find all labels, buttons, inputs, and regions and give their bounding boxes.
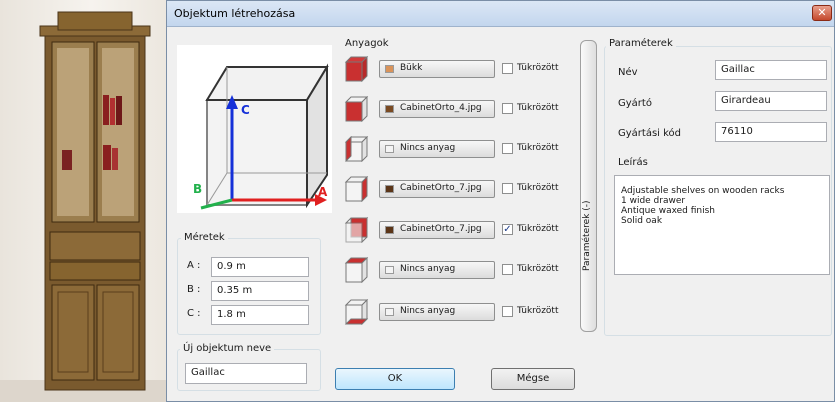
name-label: Név (618, 67, 638, 78)
cancel-button[interactable]: Mégse (491, 368, 575, 390)
material-4-face-icon (344, 176, 369, 202)
dimension-c-input[interactable]: 1.8 m (211, 305, 309, 325)
dimension-c-label: C : (187, 308, 201, 319)
product-code-label: Gyártási kód (618, 128, 682, 139)
material-5-face-icon (344, 217, 369, 243)
material-3-button[interactable]: Nincs anyag (379, 140, 495, 158)
close-button[interactable]: ✕ (812, 5, 832, 21)
material-2-button[interactable]: CabinetOrto_4.jpg (379, 100, 495, 118)
dimension-row-a: A : 0.9 m (187, 257, 311, 277)
create-object-dialog: Objektum létrehozása ✕ C A B Méretek A :… (166, 0, 835, 402)
description-line-4: Solid oak (621, 216, 663, 226)
material-3-mirror-checkbox[interactable] (502, 143, 513, 154)
material-6-face-icon (344, 257, 369, 283)
material-row-5: CabinetOrto_7.jpg ✓ Tükrözött (343, 215, 575, 245)
material-7-label: Nincs anyag (400, 306, 456, 316)
material-5-mirror-label: Tükrözött (517, 224, 559, 234)
product-code-input[interactable]: 76110 (715, 122, 827, 142)
parameters-legend: Paraméterek (606, 38, 676, 49)
material-4-mirror-checkbox[interactable] (502, 183, 513, 194)
material-4-mirror-label: Tükrözött (517, 183, 559, 193)
material-6-label: Nincs anyag (400, 264, 456, 274)
description-line-2: 1 wide drawer (621, 196, 686, 206)
material-6-mirror-label: Tükrözött (517, 264, 559, 274)
material-2-swatch (385, 105, 394, 113)
material-7-mirror-checkbox[interactable] (502, 306, 513, 317)
material-2-mirror-checkbox[interactable] (502, 103, 513, 114)
description-textarea[interactable]: Adjustable shelves on wooden racks 1 wid… (614, 175, 830, 275)
description-label: Leírás (618, 157, 648, 168)
material-1-mirror-label: Tükrözött (517, 63, 559, 73)
material-1-button[interactable]: Bükk (379, 60, 495, 78)
material-5-mirror-checkbox[interactable]: ✓ (502, 224, 513, 235)
material-row-7: Nincs anyag Tükrözött (343, 297, 575, 327)
material-row-2: CabinetOrto_4.jpg Tükrözött (343, 94, 575, 124)
bookcase-image (0, 11, 166, 402)
material-4-swatch (385, 185, 394, 193)
material-row-6: Nincs anyag Tükrözött (343, 255, 575, 285)
material-2-label: CabinetOrto_4.jpg (400, 103, 482, 113)
new-object-legend: Új objektum neve (180, 343, 275, 354)
parameters-collapse-tab[interactable]: Paraméterek (-) (580, 40, 597, 332)
parameters-tab-label: Paraméterek (-) (582, 200, 592, 271)
material-4-label: CabinetOrto_7.jpg (400, 183, 482, 193)
material-row-1: Bükk Tükrözött (343, 54, 575, 84)
title-bar: Objektum létrehozása ✕ (167, 1, 834, 27)
material-2-face-icon (344, 96, 369, 122)
axis-c-label: C (241, 103, 250, 117)
material-3-face-icon (344, 136, 369, 162)
dimension-b-label: B : (187, 284, 201, 295)
dimension-row-c: C : 1.8 m (187, 305, 311, 325)
dimension-a-label: A : (187, 260, 201, 271)
material-7-mirror-label: Tükrözött (517, 306, 559, 316)
material-2-mirror-label: Tükrözött (517, 103, 559, 113)
material-4-button[interactable]: CabinetOrto_7.jpg (379, 180, 495, 198)
product-photo (0, 0, 166, 402)
maker-label: Gyártó (618, 98, 652, 109)
name-input[interactable]: Gaillac (715, 60, 827, 80)
material-5-swatch (385, 226, 394, 234)
dialog-title: Objektum létrehozása (174, 7, 296, 20)
materials-legend: Anyagok (342, 38, 392, 49)
material-row-4: CabinetOrto_7.jpg Tükrözött (343, 174, 575, 204)
material-5-label: CabinetOrto_7.jpg (400, 224, 482, 234)
axis-a-label: A (318, 185, 328, 199)
material-3-label: Nincs anyag (400, 143, 456, 153)
ok-button[interactable]: OK (335, 368, 455, 390)
dimension-row-b: B : 0.35 m (187, 281, 311, 301)
material-7-button[interactable]: Nincs anyag (379, 303, 495, 321)
material-5-button[interactable]: CabinetOrto_7.jpg (379, 221, 495, 239)
material-6-button[interactable]: Nincs anyag (379, 261, 495, 279)
axis-b-label: B (193, 182, 203, 196)
cube-preview: C A B (177, 45, 332, 213)
material-1-label: Bükk (400, 63, 423, 73)
material-6-swatch (385, 266, 394, 274)
material-1-mirror-checkbox[interactable] (502, 63, 513, 74)
material-3-mirror-label: Tükrözött (517, 143, 559, 153)
dimension-b-input[interactable]: 0.35 m (211, 281, 309, 301)
material-3-swatch (385, 145, 394, 153)
description-line-1: Adjustable shelves on wooden racks (621, 186, 785, 196)
new-object-name-input[interactable]: Gaillac (185, 363, 307, 384)
dimension-a-input[interactable]: 0.9 m (211, 257, 309, 277)
dimensions-legend: Méretek (181, 232, 228, 243)
material-1-swatch (385, 65, 394, 73)
material-6-mirror-checkbox[interactable] (502, 264, 513, 275)
material-1-face-icon (344, 56, 369, 82)
material-row-3: Nincs anyag Tükrözött (343, 134, 575, 164)
description-line-3: Antique waxed finish (621, 206, 716, 216)
maker-input[interactable]: Girardeau (715, 91, 827, 111)
close-icon: ✕ (817, 6, 827, 19)
material-7-face-icon (344, 299, 369, 325)
material-7-swatch (385, 308, 394, 316)
